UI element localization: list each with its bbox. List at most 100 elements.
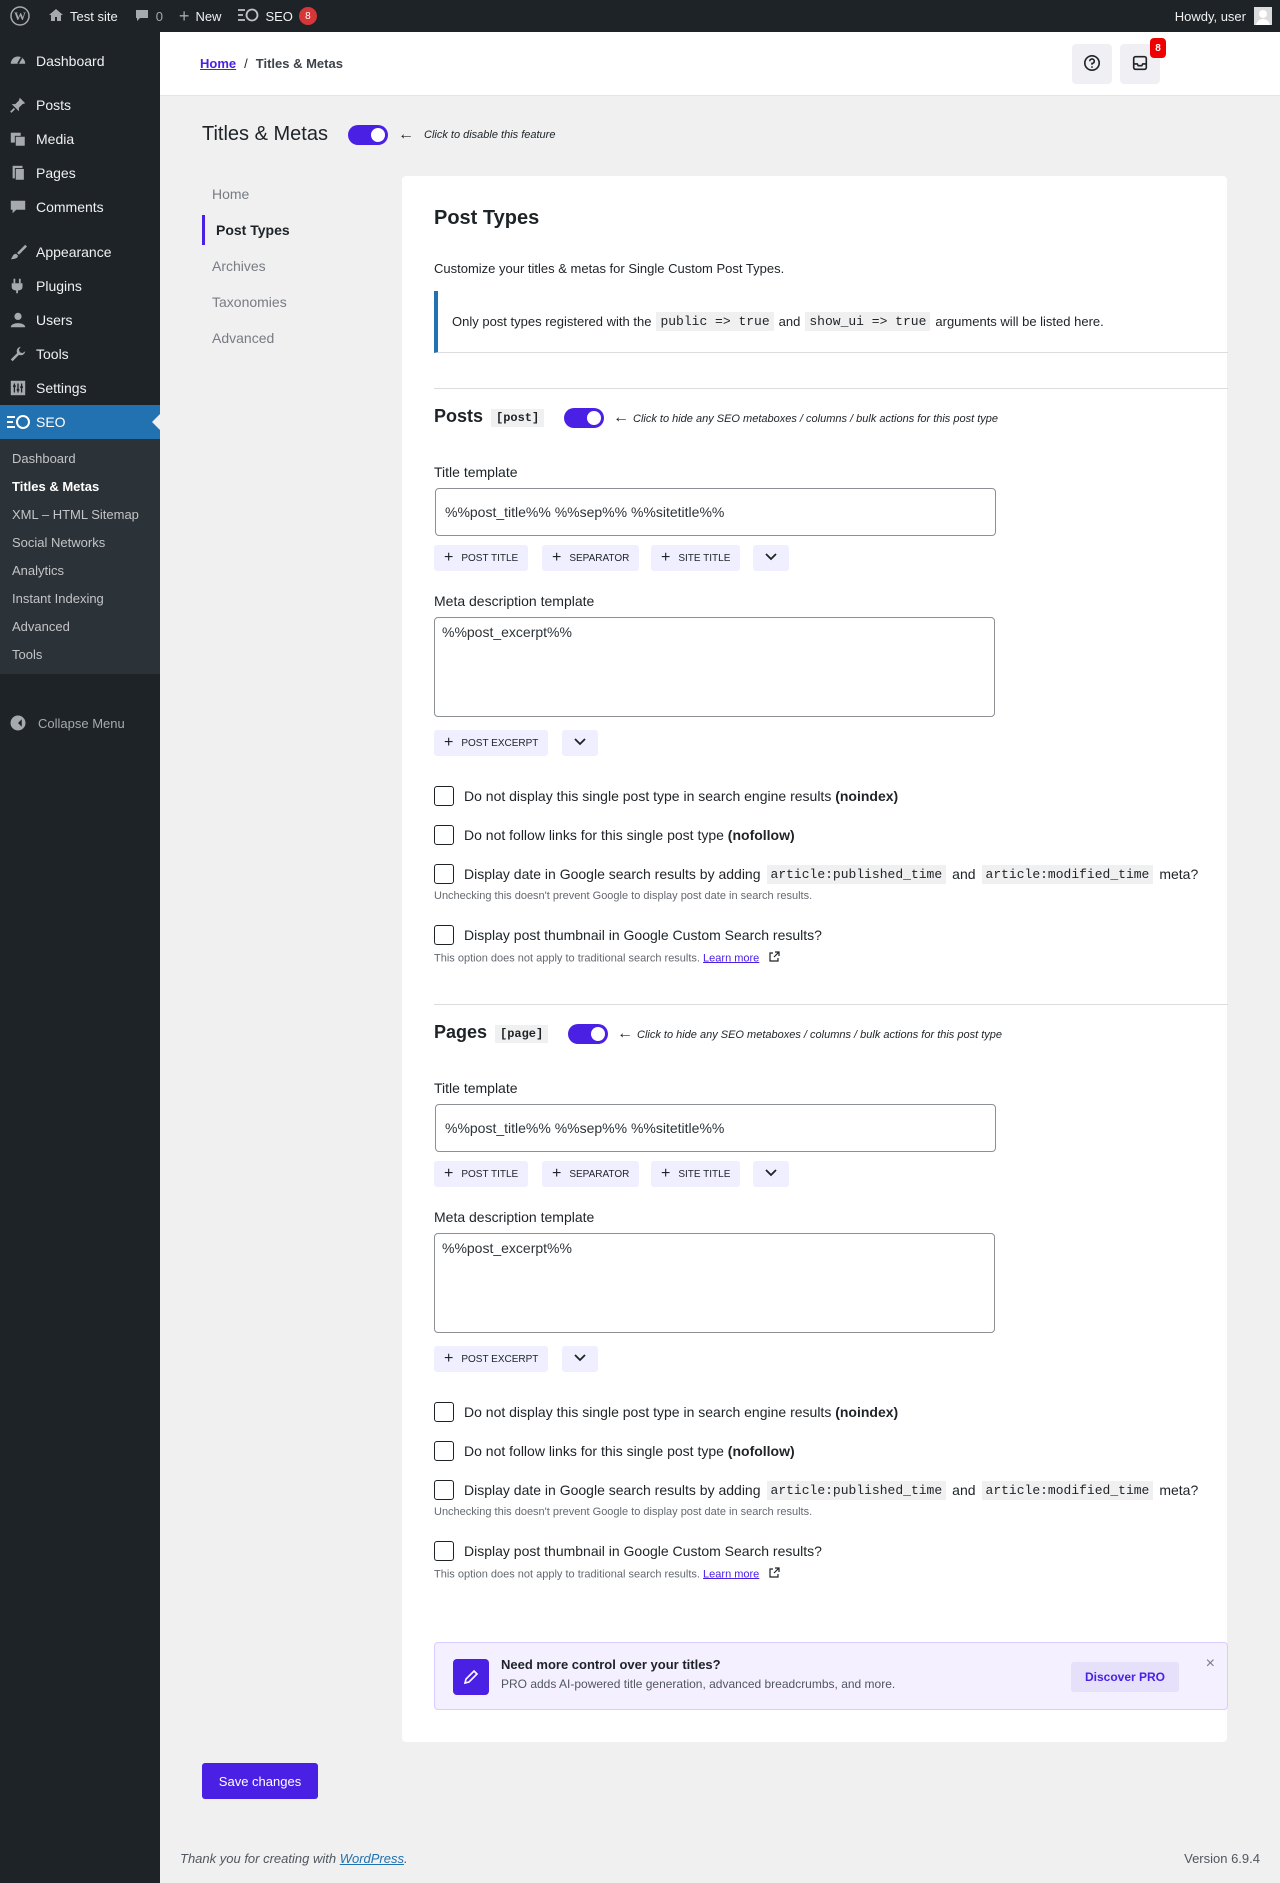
subnav-advanced[interactable]: Advanced (202, 323, 362, 353)
notice-text: arguments will be listed here. (935, 314, 1104, 329)
chevron-down-icon (574, 1353, 586, 1365)
tag-site-title-button[interactable]: + SITE TITLE (651, 1161, 741, 1187)
submenu-item-social-networks[interactable]: Social Networks (12, 535, 105, 550)
menu-item-appearance[interactable]: Appearance (0, 235, 160, 269)
collapse-menu-button[interactable]: Collapse Menu (0, 713, 160, 733)
checkbox[interactable] (434, 1480, 454, 1500)
seo-adminbar-link[interactable]: SEO 8 (229, 0, 324, 32)
checkbox-label: Display date in Google search results by… (464, 1482, 761, 1498)
checkbox[interactable] (434, 825, 454, 845)
wordpress-link[interactable]: WordPress (340, 1851, 404, 1866)
checkbox[interactable] (434, 786, 454, 806)
menu-item-users[interactable]: Users (0, 303, 160, 337)
submenu-item-instant-indexing[interactable]: Instant Indexing (12, 591, 104, 606)
feature-toggle[interactable] (348, 125, 388, 145)
save-button[interactable]: Save changes (202, 1763, 318, 1799)
breadcrumb-home-link[interactable]: Home (200, 56, 236, 71)
plus-icon: + (552, 1165, 562, 1182)
submenu-item-analytics[interactable]: Analytics (12, 563, 64, 578)
close-icon[interactable]: × (1206, 1655, 1215, 1673)
thumbnail-checkbox[interactable]: Display post thumbnail in Google Custom … (434, 1541, 822, 1561)
subnav-home[interactable]: Home (202, 179, 362, 209)
subnav-post-types[interactable]: Post Types (202, 215, 362, 245)
learn-more-link[interactable]: Learn more (703, 1568, 759, 1580)
tag-separator-button[interactable]: + SEPARATOR (542, 545, 640, 571)
more-tags-button[interactable] (562, 730, 598, 756)
plus-icon: + (661, 1165, 671, 1182)
avatar (1254, 7, 1272, 25)
noindex-checkbox[interactable]: Do not display this single post type in … (434, 1402, 898, 1422)
date-description: Unchecking this doesn't prevent Google t… (434, 1506, 813, 1518)
nofollow-checkbox[interactable]: Do not follow links for this single post… (434, 825, 795, 845)
subnav-taxonomies[interactable]: Taxonomies (202, 287, 362, 317)
title-template-input[interactable]: %%post_title%% %%sep%% %%sitetitle%% (435, 488, 996, 536)
my-account[interactable]: Howdy, user (1175, 7, 1280, 25)
tag-post-excerpt-button[interactable]: + POST EXCERPT (434, 730, 549, 756)
title-template-input[interactable]: %%post_title%% %%sep%% %%sitetitle%% (435, 1104, 996, 1152)
checkbox-label: Display post thumbnail in Google Custom … (464, 1543, 822, 1559)
checkbox[interactable] (434, 1441, 454, 1461)
more-tags-button[interactable] (753, 1161, 789, 1187)
breadcrumb-separator: / (244, 56, 248, 71)
meta-description-textarea[interactable]: %%post_excerpt%% (434, 617, 995, 717)
comments-link[interactable]: 0 (126, 0, 171, 32)
menu-label: SEO (36, 414, 66, 430)
post-type-toggle[interactable] (564, 408, 604, 428)
wrench-icon (0, 345, 36, 363)
tag-separator-button[interactable]: + SEPARATOR (542, 1161, 640, 1187)
menu-item-settings[interactable]: Settings (0, 371, 160, 405)
help-button[interactable] (1072, 44, 1112, 84)
submenu-item-dashboard[interactable]: Dashboard (12, 451, 76, 466)
menu-item-posts[interactable]: Posts (0, 88, 160, 122)
tag-post-excerpt-button[interactable]: + POST EXCERPT (434, 1346, 549, 1372)
checkbox[interactable] (434, 864, 454, 884)
checkbox[interactable] (434, 925, 454, 945)
new-content-link[interactable]: + New (171, 0, 230, 32)
discover-pro-button[interactable]: Discover PRO (1071, 1662, 1179, 1692)
menu-item-seo[interactable]: SEO (0, 405, 160, 439)
menu-item-dashboard[interactable]: Dashboard (0, 44, 160, 78)
site-name-link[interactable]: Test site (40, 0, 126, 32)
submenu-item-advanced[interactable]: Advanced (12, 619, 70, 634)
admin-bar: W Test site 0 + New SEO 8 Howdy, user (0, 0, 1280, 32)
menu-item-pages[interactable]: Pages (0, 156, 160, 190)
post-type-toggle[interactable] (568, 1024, 608, 1044)
checkbox[interactable] (434, 1541, 454, 1561)
seo-icon (0, 414, 36, 430)
more-tags-button[interactable] (562, 1346, 598, 1372)
menu-item-plugins[interactable]: Plugins (0, 269, 160, 303)
post-type-name: Posts (434, 406, 484, 426)
meta-description-textarea[interactable]: %%post_excerpt%% (434, 1233, 995, 1333)
plus-icon: + (552, 549, 562, 566)
checkbox-label: Do not follow links for this single post… (464, 827, 724, 843)
menu-item-comments[interactable]: Comments (0, 190, 160, 224)
menu-item-tools[interactable]: Tools (0, 337, 160, 371)
wordpress-logo-icon[interactable]: W (0, 0, 40, 32)
menu-label: Posts (36, 97, 72, 113)
checkbox[interactable] (434, 1402, 454, 1422)
inbox-icon (1131, 54, 1149, 75)
submenu-item-titles-metas[interactable]: Titles & Metas (12, 479, 99, 494)
checkbox-label: Display date in Google search results by… (464, 866, 761, 882)
more-tags-button[interactable] (753, 545, 789, 571)
tag-site-title-button[interactable]: + SITE TITLE (651, 545, 741, 571)
tag-label: POST EXCERPT (461, 737, 539, 749)
notifications-button[interactable]: 8 (1120, 38, 1166, 84)
tag-post-title-button[interactable]: + POST TITLE (434, 545, 529, 571)
noindex-checkbox[interactable]: Do not display this single post type in … (434, 786, 898, 806)
nofollow-checkbox[interactable]: Do not follow links for this single post… (434, 1441, 795, 1461)
date-checkbox[interactable]: Display date in Google search results by… (434, 1480, 1198, 1500)
learn-more-link[interactable]: Learn more (703, 952, 759, 964)
footer-text: Thank you for creating with (180, 1851, 337, 1866)
submenu-item-tools[interactable]: Tools (12, 647, 42, 662)
notice-text: Only post types registered with the (452, 314, 652, 329)
subnav-archives[interactable]: Archives (202, 251, 362, 281)
description-text: This option does not apply to traditiona… (434, 1568, 700, 1581)
new-label: New (195, 8, 222, 24)
submenu-item-sitemap[interactable]: XML – HTML Sitemap (12, 507, 139, 522)
thumbnail-checkbox[interactable]: Display post thumbnail in Google Custom … (434, 925, 822, 945)
tag-post-title-button[interactable]: + POST TITLE (434, 1161, 529, 1187)
tag-label: SEPARATOR (569, 552, 630, 564)
menu-item-media[interactable]: Media (0, 122, 160, 156)
date-checkbox[interactable]: Display date in Google search results by… (434, 864, 1198, 884)
